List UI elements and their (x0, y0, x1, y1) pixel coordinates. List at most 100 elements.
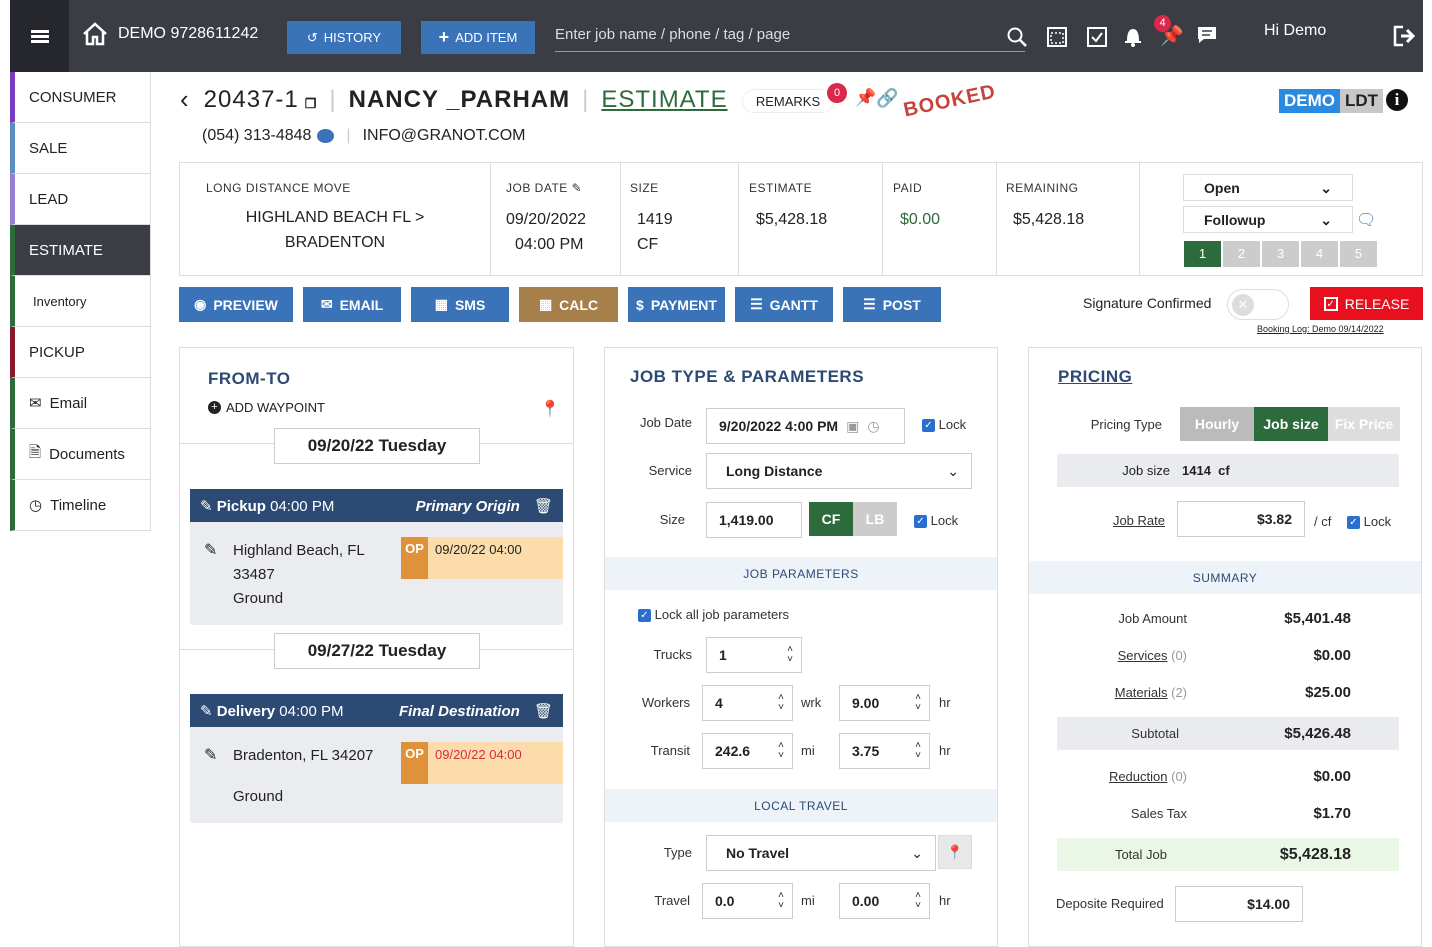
sidebar-item-estimate[interactable]: ESTIMATE (10, 225, 151, 276)
gantt-button[interactable]: ☰ GANTT (735, 287, 833, 322)
pricing-hourly-option[interactable]: Hourly (1180, 407, 1254, 441)
pencil-icon[interactable]: ✎ (200, 498, 213, 515)
email-button[interactable]: ✉ EMAIL (303, 287, 401, 322)
travel-type-select[interactable]: No Travel ⌄ (706, 835, 936, 871)
calendar-icon[interactable]: ▣ (846, 418, 859, 435)
sidebar-item-consumer[interactable]: CONSUMER (10, 72, 151, 123)
step-1[interactable]: 1 (1184, 241, 1221, 267)
pricing-jobsize-option[interactable]: Job size (1254, 407, 1328, 441)
sidebar-item-timeline[interactable]: ◷ Timeline (10, 480, 151, 531)
pricing-fixprice-option[interactable]: Fix Price (1328, 407, 1400, 441)
post-button[interactable]: ☰ POST (843, 287, 941, 322)
job-rate-lock[interactable]: ✓ Lock (1347, 514, 1391, 530)
job-date-input[interactable]: 9/20/2022 4:00 PM ▣ ◷ (706, 408, 905, 444)
trash-icon[interactable]: 🗑 (534, 498, 553, 515)
back-icon[interactable]: ‹ (180, 84, 190, 115)
step-4[interactable]: 4 (1301, 241, 1338, 267)
pickup-date: 09/20/22 Tuesday (274, 428, 480, 464)
phone[interactable]: (054) 313-4848 (202, 127, 311, 145)
search-input[interactable]: Enter job name / phone / tag / page (555, 24, 1025, 52)
status-select[interactable]: Open ⌄ (1183, 174, 1353, 201)
reduction-link[interactable]: Reduction (1109, 769, 1168, 784)
op-time-box[interactable]: OP 09/20/22 04:00 (401, 537, 563, 579)
followup-select[interactable]: Followup ⌄ (1183, 206, 1353, 233)
menu-icon[interactable] (10, 0, 69, 72)
history-button[interactable]: ↺ HISTORY (287, 21, 401, 54)
add-item-button[interactable]: + ADD ITEM (421, 21, 535, 54)
sms-button[interactable]: ▦ SMS (411, 287, 509, 322)
op-time-box[interactable]: OP 09/20/22 04:00 (401, 742, 563, 784)
transit-stepper[interactable]: 242.6 ˄ ˅ (702, 733, 793, 769)
home-link[interactable]: DEMO 9728611242 (82, 22, 258, 46)
job-rate-input[interactable]: $3.82 (1177, 501, 1305, 537)
pencil-icon[interactable]: ✎ (204, 745, 217, 765)
email-address[interactable]: INFO@GRANOT.COM (363, 127, 526, 145)
calc-button[interactable]: ▦ CALC (519, 287, 618, 322)
transit-hours-stepper[interactable]: 3.75 ˄ ˅ (839, 733, 930, 769)
pin-icon[interactable]: 📌 (855, 88, 876, 108)
comment-icon[interactable]: 🗨 (1356, 210, 1376, 230)
stepper-icon[interactable]: ˄ ˅ (787, 645, 793, 665)
stepper-icon[interactable]: ˄ ˅ (915, 693, 921, 713)
job-date-cell[interactable]: JOB DATE ✎ 09/20/2022 04:00 PM (491, 163, 621, 275)
sidebar-item-inventory[interactable]: Inventory (10, 276, 151, 327)
sidebar-item-documents[interactable]: 🗎 Documents (10, 429, 151, 480)
info-icon[interactable]: i (1386, 89, 1409, 111)
step-2[interactable]: 2 (1223, 241, 1260, 267)
travel-hours-stepper[interactable]: 0.00 ˄ ˅ (839, 883, 930, 919)
service-select[interactable]: Long Distance ⌄ (706, 453, 972, 489)
clock-icon[interactable]: ◷ (867, 418, 879, 435)
stop-time: 04:00 PM (270, 497, 335, 515)
job-rate-link[interactable]: Job Rate (1113, 513, 1165, 528)
pencil-icon[interactable]: ✎ (572, 181, 583, 195)
stepper-icon[interactable]: ˄ ˅ (778, 741, 784, 761)
pencil-icon[interactable]: ✎ (200, 703, 213, 720)
calendar-check-icon[interactable] (1087, 25, 1107, 47)
bell-icon[interactable] (1123, 25, 1143, 47)
signature-toggle[interactable]: ✕ (1227, 289, 1289, 320)
release-button[interactable]: ✓ RELEASE (1310, 287, 1423, 320)
map-pin-icon[interactable]: 📍 (938, 835, 972, 869)
lock-all-checkbox[interactable]: ✓ Lock all job parameters (638, 607, 789, 623)
workers-stepper[interactable]: 4 ˄ ˅ (702, 685, 793, 721)
size-input[interactable]: 1,419.00 (706, 502, 802, 538)
sidebar-item-sale[interactable]: SALE (10, 123, 151, 174)
step-5[interactable]: 5 (1340, 241, 1377, 267)
workers-hours-stepper[interactable]: 9.00 ˄ ˅ (839, 685, 930, 721)
preview-button[interactable]: ◉ PREVIEW (179, 287, 293, 322)
search-icon[interactable] (1007, 27, 1027, 47)
trash-icon[interactable]: 🗑 (534, 703, 553, 720)
stepper-icon[interactable]: ˄ ˅ (915, 891, 921, 911)
travel-miles-stepper[interactable]: 0.0 ˄ ˅ (702, 883, 793, 919)
unit-lb-button[interactable]: LB (853, 502, 897, 536)
stepper-icon[interactable]: ˄ ˅ (778, 693, 784, 713)
booking-log-link[interactable]: Booking Log: Demo 09/14/2022 (1257, 324, 1384, 334)
unit-cf-button[interactable]: CF (809, 502, 853, 536)
remarks-count: 0 (827, 83, 847, 103)
chat-icon[interactable] (1196, 25, 1218, 45)
add-waypoint-button[interactable]: + ADD WAYPOINT (208, 400, 325, 415)
remarks-button[interactable]: REMARKS (742, 89, 834, 113)
stepper-icon[interactable]: ˄ ˅ (778, 891, 784, 911)
deposit-input[interactable]: $14.00 (1175, 886, 1303, 922)
size-lock[interactable]: ✓ Lock (914, 513, 958, 529)
logout-icon[interactable] (1393, 25, 1417, 47)
link-icon[interactable]: 🔗 (876, 88, 898, 109)
sidebar-item-email[interactable]: ✉ Email (10, 378, 151, 429)
map-pin-icon[interactable]: 📍 (540, 399, 560, 419)
pencil-icon[interactable]: ✎ (204, 540, 217, 560)
services-link[interactable]: Services (1118, 648, 1168, 663)
job-status-link[interactable]: ESTIMATE (601, 86, 727, 114)
copy-icon[interactable]: ❐ (305, 96, 318, 112)
materials-link[interactable]: Materials (1115, 685, 1168, 700)
payment-button[interactable]: $ PAYMENT (628, 287, 725, 322)
calendar-grid-icon[interactable] (1047, 25, 1067, 47)
step-3[interactable]: 3 (1262, 241, 1299, 267)
sms-icon[interactable] (317, 129, 335, 143)
pricing-title[interactable]: PRICING (1058, 367, 1132, 387)
stepper-icon[interactable]: ˄ ˅ (915, 741, 921, 761)
sidebar-item-pickup[interactable]: PICKUP (10, 327, 151, 378)
trucks-stepper[interactable]: 1 ˄ ˅ (706, 637, 802, 673)
job-date-lock[interactable]: ✓ Lock (922, 417, 966, 433)
sidebar-item-lead[interactable]: LEAD (10, 174, 151, 225)
